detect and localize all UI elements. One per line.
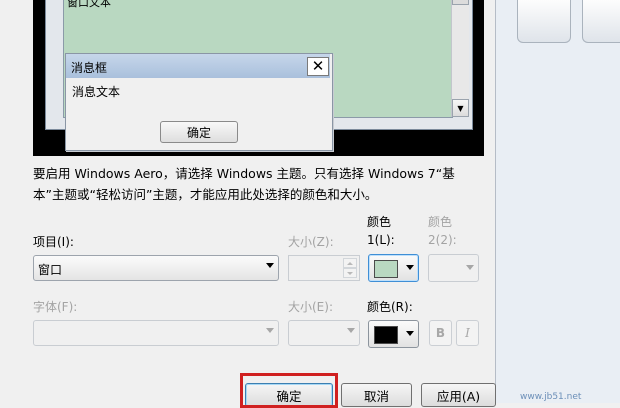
font-size-label: 大小(E): [288,300,333,314]
color1-picker[interactable] [368,254,419,282]
background-tab [582,0,620,43]
item-label: 项目(I): [33,235,74,249]
message-box-title: 消息框 [71,61,108,75]
scroll-down-arrow-icon[interactable]: ▼ [452,99,469,117]
color1-label-line2: 1(L): [367,233,395,247]
font-select[interactable] [33,320,279,346]
background-window [495,0,620,403]
spin-down-icon[interactable] [343,268,357,278]
bold-button[interactable]: B [429,320,452,346]
dropdown-arrow-icon [406,265,414,270]
preview-scrollbar-thumb[interactable] [452,0,469,5]
dropdown-arrow-icon [466,265,474,270]
font-label: 字体(F): [33,300,78,314]
dropdown-arrow-icon [266,328,274,333]
message-box-ok-button[interactable]: 确定 [160,121,238,143]
preview-window-text: 窗口文本 [67,0,111,9]
dropdown-arrow-icon [266,263,274,268]
color2-label-line2: 2(2): [428,233,457,247]
color2-picker[interactable] [428,254,479,282]
italic-button[interactable]: I [456,320,479,346]
message-box-text: 消息文本 [72,85,121,99]
spin-up-icon[interactable] [343,258,357,268]
size-spinbox[interactable] [288,255,360,281]
close-icon[interactable]: ✕ [307,57,329,76]
background-tab [517,0,571,43]
item-select-value: 窗口 [38,263,63,277]
info-text: 要启用 Windows Aero，请选择 Windows 主题。只有选择 Win… [33,166,455,202]
watermark: www.jb51.net [520,392,582,402]
dropdown-arrow-icon [347,328,355,333]
item-select[interactable]: 窗口 [33,255,279,281]
color1-swatch [374,260,398,278]
cancel-button[interactable]: 取消 [341,383,412,407]
font-size-select[interactable] [288,320,360,346]
font-color-swatch [374,326,398,344]
size-label: 大小(Z): [288,235,334,249]
font-color-label: 颜色(R): [367,300,413,314]
font-color-picker[interactable] [368,320,419,348]
dropdown-arrow-icon [406,331,414,336]
apply-button[interactable]: 应用(A) [421,383,496,407]
color1-label-line1: 颜色 [367,215,392,229]
color2-label-line1: 颜色 [428,215,453,229]
